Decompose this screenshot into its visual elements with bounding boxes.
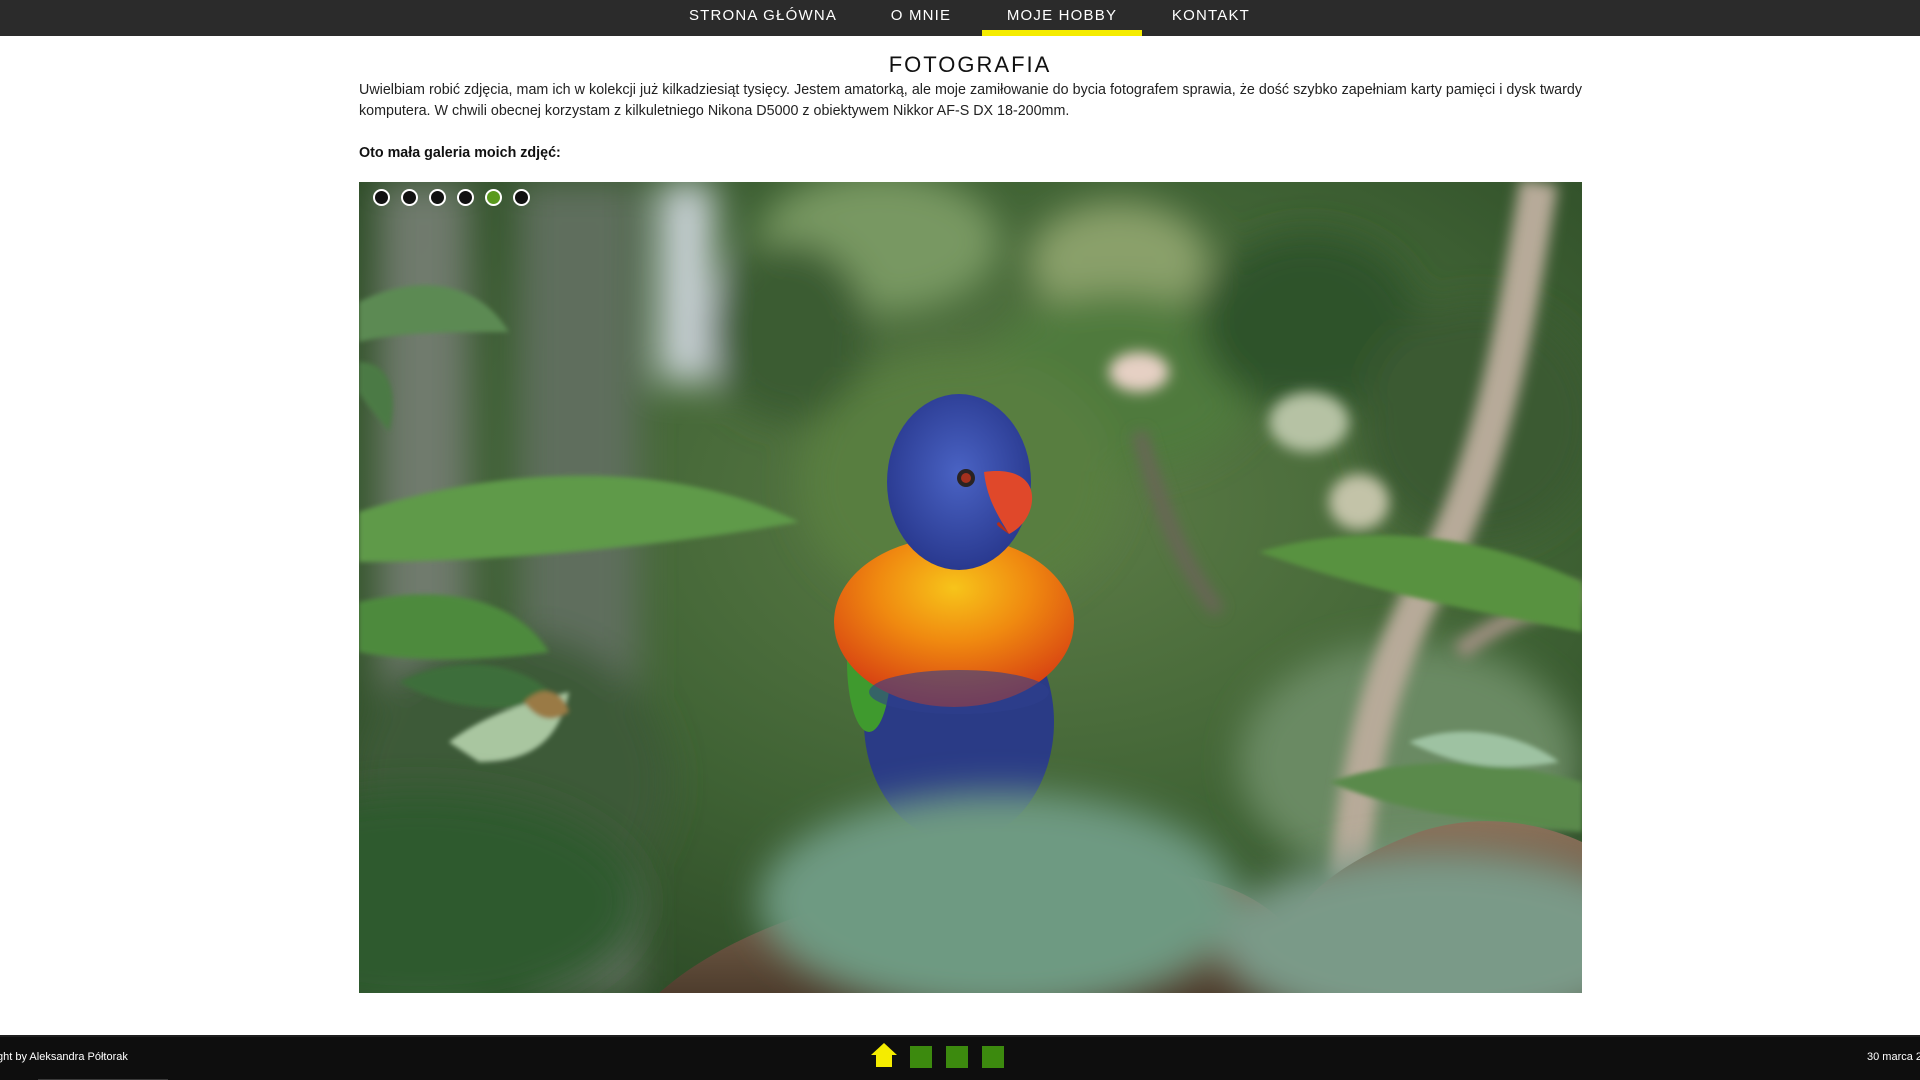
nav-item-o-mnie[interactable]: O MNIE bbox=[870, 0, 972, 36]
gallery-dot-6[interactable] bbox=[513, 189, 530, 206]
gallery-heading: Oto mała galeria moich zdjęć: bbox=[359, 145, 561, 161]
intro-paragraph: Uwielbiam robić zdjęcia, mam ich w kolek… bbox=[359, 82, 1582, 119]
gallery-dot-4[interactable] bbox=[457, 189, 474, 206]
footer-copyright: ght by Aleksandra Półtorak bbox=[0, 1051, 128, 1063]
square-icon[interactable] bbox=[982, 1046, 1004, 1068]
gallery-dot-3[interactable] bbox=[429, 189, 446, 206]
nav-item-moje-hobby[interactable]: MOJE HOBBY bbox=[982, 0, 1142, 36]
nav-item-kontakt[interactable]: KONTAKT bbox=[1160, 0, 1262, 36]
square-icon[interactable] bbox=[946, 1046, 968, 1068]
top-navigation: STRONA GŁÓWNA O MNIE MOJE HOBBY KONTAKT bbox=[0, 0, 1920, 36]
gallery-pagination bbox=[373, 189, 530, 206]
footer: ght by Aleksandra Półtorak 30 marca 2 bbox=[0, 1035, 1920, 1080]
gallery-dot-1[interactable] bbox=[373, 189, 390, 206]
photo-gallery[interactable] bbox=[359, 182, 1582, 993]
page-title: FOTOGRAFIA bbox=[888, 52, 1052, 77]
gallery-dot-5[interactable] bbox=[485, 189, 502, 206]
gallery-dot-2[interactable] bbox=[401, 189, 418, 206]
square-icon[interactable] bbox=[910, 1046, 932, 1068]
footer-date: 30 marca 2 bbox=[1867, 1051, 1920, 1063]
gallery-photo-parrot bbox=[359, 182, 1582, 993]
home-icon[interactable] bbox=[870, 1041, 898, 1069]
nav-item-strona-glowna[interactable]: STRONA GŁÓWNA bbox=[668, 0, 858, 36]
